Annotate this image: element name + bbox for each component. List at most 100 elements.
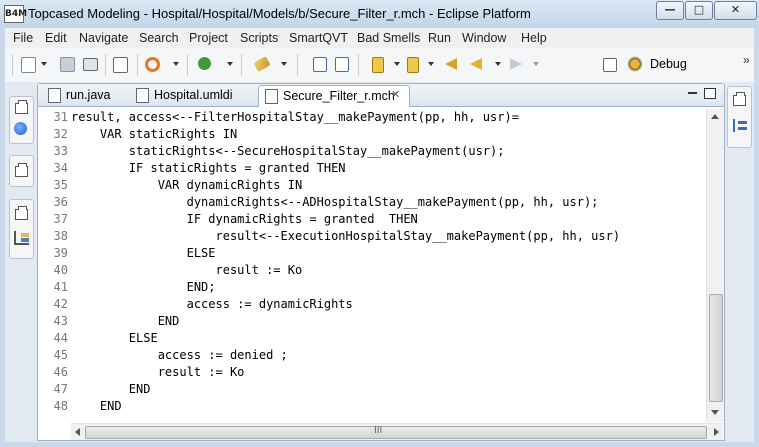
hierarchy-view-icon[interactable] [14,231,29,245]
back-dropdown-icon[interactable] [495,62,501,66]
new-wizard-icon[interactable] [21,57,36,73]
previous-annotation-dropdown-icon[interactable] [428,62,434,66]
maximize-editor-icon[interactable] [704,88,716,99]
debug-icon[interactable] [627,56,643,72]
binary-icon[interactable] [113,57,128,73]
menu-project[interactable]: Project [189,31,228,45]
tab-label: run.java [66,88,111,102]
line-number: 43 [53,314,68,328]
menu-navigate[interactable]: Navigate [79,31,128,45]
toolbar-separator [187,54,188,76]
menu-window[interactable]: Window [462,31,506,45]
outline-view-icon[interactable] [14,122,27,135]
tab-secure-filter-mch[interactable]: Secure_Filter_r.mch ✕ [258,85,410,107]
debug-perspective-button[interactable]: Debug [650,57,687,71]
line-text: ELSE [71,331,158,345]
toggle-view-icon[interactable] [313,57,327,72]
close-tab-icon[interactable]: ✕ [391,88,400,101]
scroll-left-icon[interactable] [75,428,80,436]
minimize-button[interactable]: — [656,1,684,20]
forward-icon[interactable] [510,58,522,70]
vertical-scroll-thumb[interactable] [709,294,723,402]
next-annotation-icon[interactable] [372,57,384,73]
toolbar-separator [137,54,138,76]
uml-diagram-icon [136,88,149,103]
minimize-editor-icon[interactable] [688,92,697,94]
restore-icon[interactable] [15,206,28,220]
tab-hospital-umldi[interactable]: Hospital.umldi [130,85,256,106]
menu-help[interactable]: Help [521,31,547,45]
line-text: ELSE [71,246,216,260]
line-number: 35 [53,178,68,192]
menu-smartqvt[interactable]: SmartQVT [289,31,348,45]
marker-dropdown-icon[interactable] [281,62,287,66]
left-trim-stack-2 [9,155,34,187]
menu-search[interactable]: Search [139,31,179,45]
line-number: 46 [53,365,68,379]
search-dropdown-icon[interactable] [173,62,179,66]
new-dropdown-icon[interactable] [41,62,47,66]
line-number: 34 [53,161,68,175]
scroll-up-icon[interactable] [711,114,719,119]
search-icon[interactable] [145,57,160,72]
vertical-scrollbar[interactable] [706,109,724,422]
line-number: 39 [53,246,68,260]
restore-icon[interactable] [15,100,28,114]
run-icon[interactable] [198,57,211,70]
horizontal-scrollbar[interactable]: III [71,423,723,440]
menu-edit[interactable]: Edit [45,31,67,45]
line-text: IF dynamicRights = granted THEN [71,212,418,226]
toolbar-overflow-icon[interactable]: » [743,53,750,67]
menu-bad-smells[interactable]: Bad Smells [357,31,420,45]
toolbar-separator [105,54,106,76]
outline-icon[interactable] [733,119,747,132]
forward-dropdown-icon[interactable] [533,62,539,66]
menu-run[interactable]: Run [428,31,451,45]
line-text: staticRights<--SecureHospitalStay__makeP… [71,144,505,158]
editor-tab-bar: run.java Hospital.umldi Secure_Filter_r.… [38,84,724,107]
horizontal-scroll-thumb[interactable]: III [85,425,707,439]
line-text: END [71,314,180,328]
code-area[interactable]: 31 result, access<--FilterHospitalStay__m… [38,109,706,422]
print-icon[interactable] [83,58,98,71]
scroll-grip: III [374,425,383,436]
save-icon[interactable] [60,57,75,72]
line-number: 37 [53,212,68,226]
next-annotation-dropdown-icon[interactable] [394,62,400,66]
paragraph-icon[interactable] [335,57,349,72]
run-dropdown-icon[interactable] [227,62,233,66]
right-trim-stack [727,86,752,148]
line-text: dynamicRights<--ADHospitalStay__makePaym… [71,195,599,209]
restore-icon[interactable] [15,163,28,177]
tab-run-java[interactable]: run.java [42,85,128,106]
marker-icon[interactable] [253,56,271,72]
last-edit-icon[interactable] [445,58,457,70]
menu-scripts[interactable]: Scripts [240,31,278,45]
line-text: result, access<--FilterHospitalStay__mak… [71,110,519,124]
line-number: 40 [53,263,68,277]
restore-icon[interactable] [733,92,746,106]
line-number: 38 [53,229,68,243]
back-icon[interactable] [470,58,482,70]
tab-label: Secure_Filter_r.mch [283,89,395,103]
left-trim-stack-3 [9,199,34,259]
line-number: 42 [53,297,68,311]
maximize-button[interactable]: □ [685,1,713,20]
tab-label: Hospital.umldi [154,88,233,102]
toolbar-separator [297,54,298,76]
menu-file[interactable]: File [13,31,33,45]
scroll-down-icon[interactable] [711,410,719,415]
line-number: 31 [53,110,68,124]
window-title: Topcased Modeling - Hospital/Hospital/Mo… [28,6,531,21]
line-text: VAR staticRights IN [71,127,238,141]
line-text: result := Ko [71,263,303,277]
previous-annotation-icon[interactable] [407,57,419,73]
close-button[interactable]: ✕ [714,1,757,20]
title-bar: B4M Topcased Modeling - Hospital/Hospita… [0,0,759,28]
line-number: 47 [53,382,68,396]
line-text: result<--ExecutionHospitalStay__makePaym… [71,229,621,243]
line-text: result := Ko [71,365,245,379]
line-number: 48 [53,399,68,413]
open-perspective-icon[interactable] [603,58,617,72]
scroll-right-icon[interactable] [714,428,719,436]
